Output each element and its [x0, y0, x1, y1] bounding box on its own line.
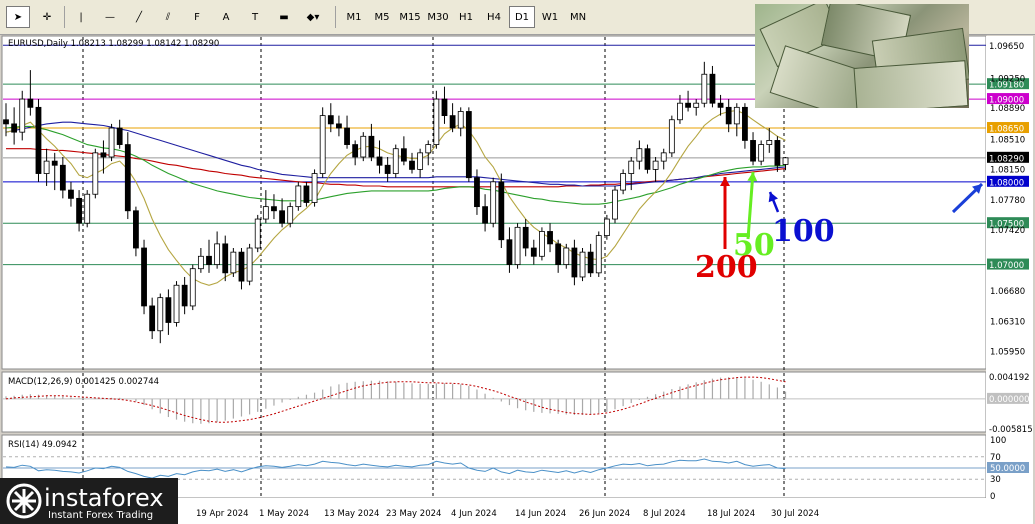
logo-mark-icon	[6, 483, 42, 519]
price-level-label: 1.08000	[989, 178, 1024, 188]
candle	[92, 148, 99, 199]
candle	[108, 123, 115, 162]
macd-tick-label: 0.000000	[989, 395, 1030, 405]
candle	[644, 144, 651, 174]
rsi-tick-label: 0	[990, 492, 995, 502]
price-level-label: 1.08290	[989, 154, 1024, 164]
candle	[124, 132, 131, 220]
channel-tool-icon[interactable]: ⫽	[156, 6, 180, 28]
text-label-tool-icon[interactable]: T	[243, 6, 267, 28]
price-tick-label: 1.07780	[990, 196, 1025, 206]
rsi-header: RSI(14) 49.0942	[8, 440, 77, 450]
time-axis-label: 13 May 2024	[324, 509, 379, 519]
price-tick-label: 1.08510	[990, 136, 1025, 146]
price-level-label: 1.07000	[989, 261, 1024, 271]
ma100-annotation: 100	[772, 214, 835, 249]
trendline-tool-icon[interactable]: ╱	[127, 6, 151, 28]
candle	[254, 214, 261, 253]
candle	[141, 239, 147, 315]
candle	[514, 223, 521, 269]
price-level-label: 1.09650	[989, 42, 1024, 52]
candle	[668, 115, 675, 157]
candle	[360, 132, 367, 162]
macd-header: MACD(12,26,9) 0.001425 0.002744	[8, 377, 159, 387]
timeframe-h4-button[interactable]: H4	[481, 6, 507, 28]
candle	[84, 190, 91, 228]
dollar-bills-photo	[755, 4, 969, 108]
time-axis-label: 8 Jul 2024	[643, 509, 686, 519]
candle	[173, 281, 180, 327]
time-axis-label: 18 Jul 2024	[707, 509, 755, 519]
chart-header: EURUSD,Daily 1.08213 1.08299 1.08142 1.0…	[8, 39, 219, 49]
candle	[433, 90, 440, 149]
fibonacci-tool-icon[interactable]: F	[185, 6, 209, 28]
cursor-tool-icon[interactable]: ➤	[6, 6, 30, 28]
toolbar-separator	[335, 6, 336, 28]
candle	[392, 144, 399, 178]
time-axis-label: 26 Jun 2024	[579, 509, 630, 519]
candle	[246, 243, 253, 286]
time-axis-label: 30 Jul 2024	[771, 509, 819, 519]
timeframe-m5-button[interactable]: M5	[369, 6, 395, 28]
crosshair-tool-icon[interactable]: ✛	[35, 6, 59, 28]
text-tool-icon[interactable]: A	[214, 6, 238, 28]
time-axis-label: 1 May 2024	[259, 509, 309, 519]
candle	[319, 107, 326, 178]
vertical-line-tool-icon[interactable]: |	[69, 6, 93, 28]
price-tick-label: 1.08150	[990, 165, 1025, 175]
time-axis-label: 14 Jun 2024	[515, 509, 566, 519]
rsi-tick-label: 50.0000	[990, 464, 1025, 474]
candle	[539, 227, 545, 261]
instaforex-logo: instaforex Instant Forex Trading	[0, 478, 178, 524]
timeframe-mn-button[interactable]: MN	[565, 6, 591, 28]
timeframe-d1-button[interactable]: D1	[509, 6, 535, 28]
rectangle-tool-icon[interactable]: ▬	[272, 6, 296, 28]
candle	[490, 177, 497, 228]
price-tick-label: 1.07420	[990, 226, 1025, 236]
macd-tick-label: -0.005815	[989, 425, 1033, 435]
rsi-tick-label: 30	[990, 475, 1001, 485]
time-axis-label: 23 May 2024	[386, 509, 441, 519]
time-axis-label: 4 Jun 2024	[451, 509, 497, 519]
price-tick-label: 1.09250	[990, 74, 1025, 84]
horizontal-line-tool-icon[interactable]: —	[98, 6, 122, 28]
price-tick-label: 1.08890	[990, 104, 1025, 114]
price-tick-label: 1.05950	[990, 347, 1025, 357]
candle	[612, 185, 618, 224]
candle	[189, 264, 196, 311]
time-axis-label: 19 Apr 2024	[196, 509, 249, 519]
timeframe-m1-button[interactable]: M1	[341, 6, 367, 28]
candle	[295, 181, 302, 211]
price-tick-label: 1.06680	[990, 287, 1025, 297]
logo-name: instaforex	[44, 484, 164, 512]
candle	[498, 173, 505, 249]
toolbar-separator	[64, 6, 65, 28]
candle	[579, 248, 586, 282]
timeframe-h1-button[interactable]: H1	[453, 6, 479, 28]
timeframe-m15-button[interactable]: M15	[397, 6, 423, 28]
macd-tick-label: 0.004192	[989, 373, 1030, 383]
rsi-tick-label: 70	[990, 453, 1001, 463]
candle	[230, 248, 237, 277]
shapes-menu-tool-icon[interactable]: ◆▾	[301, 6, 325, 28]
logo-tagline: Instant Forex Trading	[48, 510, 154, 521]
rsi-tick-label: 100	[990, 436, 1006, 446]
ma50-annotation: 50	[733, 228, 775, 263]
candle	[35, 99, 42, 182]
timeframe-m30-button[interactable]: M30	[425, 6, 451, 28]
timeframe-w1-button[interactable]: W1	[537, 6, 563, 28]
candle	[311, 169, 318, 207]
price-tick-label: 1.06310	[990, 318, 1025, 328]
price-level-label: 1.08650	[989, 125, 1024, 135]
candle	[465, 107, 472, 182]
candle	[595, 231, 602, 277]
